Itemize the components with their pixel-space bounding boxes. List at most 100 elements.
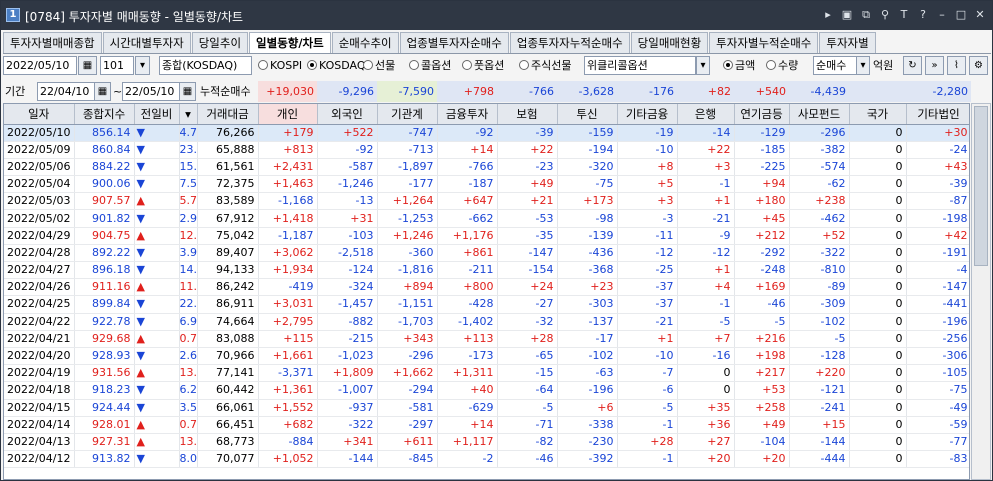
column-header-7[interactable]: 기관계 xyxy=(377,104,438,125)
sort-dropdown-icon[interactable]: ▾ xyxy=(179,104,198,125)
tab-2[interactable]: 당일추이 xyxy=(191,32,249,53)
cell-금융투자: +1,117 xyxy=(437,433,498,452)
market-radio-2[interactable]: 선물 xyxy=(363,58,395,74)
tab-4[interactable]: 순매수추이 xyxy=(331,32,399,53)
table-row[interactable]: 2022/04/15924.44▼3.5766,061+1,552-937-58… xyxy=(4,399,969,417)
column-header-2[interactable]: 전일비 xyxy=(134,104,180,125)
market-field[interactable]: 종합(KOSDAQ) xyxy=(159,56,252,75)
table-row[interactable]: 2022/04/28892.22▼3.9689,407+3,062-2,518-… xyxy=(4,244,969,263)
code-field[interactable]: 101 xyxy=(100,56,134,75)
tab-9[interactable]: 투자자별 xyxy=(819,32,876,53)
tab-3[interactable]: 일별동향/차트 xyxy=(249,32,331,53)
column-header-4[interactable]: 거래대금 xyxy=(197,104,259,125)
table-row[interactable]: 2022/04/14928.01▲0.7066,451+682-322-297+… xyxy=(4,416,969,434)
table-row[interactable]: 2022/04/21929.68▲0.7583,088+115-215+343+… xyxy=(4,330,969,348)
table-row[interactable]: 2022/04/20928.93▼2.6370,966+1,661-1,023-… xyxy=(4,347,969,366)
market-radio-4[interactable]: 풋옵션 xyxy=(462,58,504,74)
tab-0[interactable]: 투자자별매매종합 xyxy=(3,32,102,53)
table-row[interactable]: 2022/04/19931.56▲13.3377,141-3,371+1,809… xyxy=(4,364,969,383)
help-icon[interactable]: ? xyxy=(917,8,929,22)
tab-1[interactable]: 시간대별투자자 xyxy=(102,32,191,53)
font-icon[interactable]: T xyxy=(898,8,910,22)
amount-radio-1[interactable]: 수량 xyxy=(766,58,798,74)
table-row[interactable]: 2022/04/22922.78▼6.9074,664+2,795-882-1,… xyxy=(4,313,969,331)
minimize-icon[interactable]: – xyxy=(936,8,948,22)
column-header-8[interactable]: 금융투자 xyxy=(437,104,498,125)
period-to-field[interactable]: 22/05/10 xyxy=(122,82,180,101)
column-header-15[interactable]: 국가 xyxy=(849,104,907,125)
cell-은행: +1 xyxy=(677,261,735,280)
market-radio-5[interactable]: 주식선물 xyxy=(519,58,571,74)
link-icon[interactable]: ⧉ xyxy=(860,8,872,22)
column-header-14[interactable]: 사모펀드 xyxy=(789,104,850,125)
column-header-9[interactable]: 보험 xyxy=(497,104,558,125)
tab-8[interactable]: 투자자별누적순매수 xyxy=(709,32,819,53)
market-radio-3[interactable]: 콜옵션 xyxy=(409,58,451,74)
column-header-1[interactable]: 종합지수 xyxy=(74,104,135,125)
cell-투신: -137 xyxy=(557,313,618,331)
weekly-dropdown-icon[interactable]: ▾ xyxy=(696,56,710,75)
amount-radio-0[interactable]: 금액 xyxy=(723,58,755,74)
column-header-11[interactable]: 기타금융 xyxy=(617,104,678,125)
tab-6[interactable]: 업종투자자누적순매수 xyxy=(509,32,630,53)
memo-icon[interactable]: ▣ xyxy=(841,8,853,22)
code-dropdown-icon[interactable]: ▾ xyxy=(135,56,150,75)
column-header-10[interactable]: 투신 xyxy=(557,104,618,125)
vertical-scrollbar[interactable] xyxy=(971,103,991,480)
table-row[interactable]: 2022/05/06884.22▼15.8461,561+2,431-587-1… xyxy=(4,158,969,177)
table-row[interactable]: 2022/04/12913.82▼8.0170,077+1,052-144-84… xyxy=(4,450,969,469)
calendar-icon[interactable]: ▦ xyxy=(179,82,196,101)
table-row[interactable]: 2022/04/29904.75▲12.5375,042-1,187-103+1… xyxy=(4,227,969,245)
cell-연기금등: +20 xyxy=(734,450,790,469)
table-row[interactable]: 2022/04/27896.18▼14.9894,133+1,934-124-1… xyxy=(4,261,969,280)
cell-외국인: +341 xyxy=(317,433,378,452)
table-row[interactable]: 2022/05/04900.06▼7.5172,375+1,463-1,246-… xyxy=(4,175,969,194)
cell-기타금융: +3 xyxy=(617,192,678,211)
cell-거래대금: 70,966 xyxy=(197,347,259,366)
cell-사모펀드: -128 xyxy=(789,347,850,366)
next-icon[interactable]: » xyxy=(925,56,944,75)
tab-5[interactable]: 업종별투자자순매수 xyxy=(399,32,509,53)
cell-기타금융: -1 xyxy=(617,416,678,434)
calendar-icon[interactable]: ▦ xyxy=(78,56,97,75)
table-row[interactable]: 2022/05/02901.82▼2.9367,912+1,418+31-1,2… xyxy=(4,209,969,228)
period-from-field[interactable]: 22/04/10 xyxy=(37,82,95,101)
cell-은행: -21 xyxy=(677,209,735,228)
column-header-0[interactable]: 일자 xyxy=(4,104,75,125)
cell-사모펀드: -462 xyxy=(789,209,850,228)
cell-투신: +173 xyxy=(557,192,618,211)
column-header-13[interactable]: 연기금등 xyxy=(734,104,790,125)
settings-icon[interactable]: ⚙ xyxy=(969,56,988,75)
scroll-thumb[interactable] xyxy=(974,106,988,266)
column-header-5[interactable]: 개인 xyxy=(258,104,318,125)
market-radio-0[interactable]: KOSPI xyxy=(258,58,302,74)
weekly-option-select[interactable]: 위클리콜옵션 xyxy=(584,56,696,75)
radio-icon xyxy=(409,60,419,70)
chart-icon[interactable]: ⌇ xyxy=(947,56,966,75)
market-radio-1[interactable]: KOSDAQ xyxy=(307,58,366,74)
maximize-icon[interactable]: □ xyxy=(955,8,967,22)
table-row[interactable]: 2022/04/13927.31▲13.4968,773-884+341+611… xyxy=(4,433,969,452)
cumulative-sum-1: -9,296 xyxy=(317,81,377,102)
table-row[interactable]: 2022/05/09860.84▼23.3865,888+813-92-713+… xyxy=(4,141,969,159)
trade-type-dropdown-icon[interactable]: ▾ xyxy=(856,56,870,75)
trade-type-select[interactable]: 순매수 xyxy=(813,56,857,75)
table-row[interactable]: 2022/05/03907.57▲5.7583,589-1,168-13+1,2… xyxy=(4,192,969,211)
play-icon[interactable]: ▸ xyxy=(822,8,834,22)
data-grid[interactable]: 일자 종합지수 전일비 ▾ 거래대금 개인 외국인 기관계 금융투자 보험 투신 기타금융 은행 연기금등… xyxy=(3,103,970,480)
refresh-icon[interactable]: ↻ xyxy=(903,56,922,75)
calendar-icon[interactable]: ▦ xyxy=(94,82,111,101)
table-row[interactable]: 2022/04/25899.84▼22.9486,911+3,031-1,457… xyxy=(4,295,969,314)
table-row[interactable]: 2022/05/10856.14▼4.7076,266+179+522-747-… xyxy=(4,124,969,142)
column-header-16[interactable]: 기타법인 xyxy=(906,104,969,125)
cell-기관계: -1,253 xyxy=(377,209,438,228)
cell-투신: -368 xyxy=(557,261,618,280)
column-header-12[interactable]: 은행 xyxy=(677,104,735,125)
date-field[interactable]: 2022/05/10 xyxy=(3,56,77,75)
table-row[interactable]: 2022/04/26911.16▲11.3286,242-419-324+894… xyxy=(4,278,969,297)
table-row[interactable]: 2022/04/18918.23▼6.2160,442+1,361-1,007-… xyxy=(4,381,969,400)
tab-7[interactable]: 당일매매현황 xyxy=(630,32,709,53)
column-header-6[interactable]: 외국인 xyxy=(317,104,378,125)
close-icon[interactable]: ✕ xyxy=(974,8,986,22)
attach-icon[interactable]: ⚲ xyxy=(879,8,891,22)
